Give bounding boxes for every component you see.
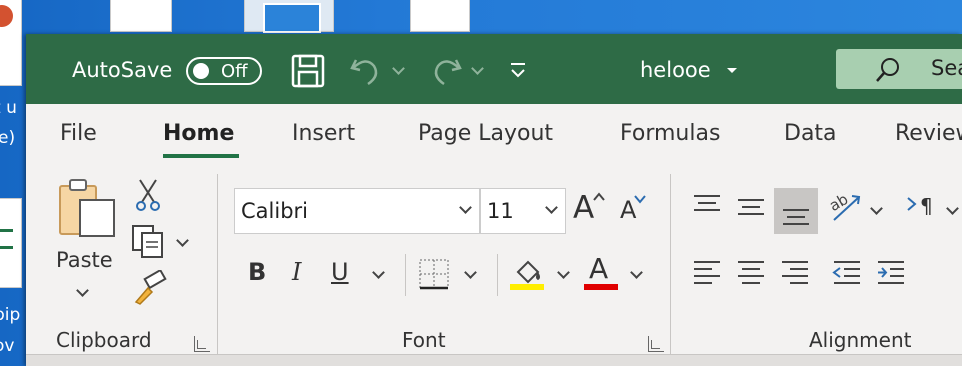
alignment-group-label: Alignment bbox=[809, 328, 912, 352]
desktop-file-icon[interactable] bbox=[410, 0, 470, 32]
desktop-folder-icon[interactable] bbox=[244, 0, 334, 33]
bottom-align-button[interactable] bbox=[774, 188, 818, 234]
customize-toolbar-icon[interactable] bbox=[509, 62, 527, 80]
bold-button[interactable]: B bbox=[248, 258, 266, 286]
font-color-chevron-icon[interactable] bbox=[630, 266, 643, 279]
excel-window: AutoSave Off helooe Se File Home Insert … bbox=[26, 34, 962, 366]
ribbon-bottom-border bbox=[26, 354, 962, 366]
text-direction-icon[interactable] bbox=[906, 196, 918, 212]
autosave-toggle[interactable]: Off bbox=[186, 57, 262, 85]
tab-review[interactable]: Review bbox=[895, 121, 962, 146]
toggle-knob bbox=[193, 63, 209, 79]
align-left-icon[interactable] bbox=[692, 258, 722, 288]
copy-icon[interactable] bbox=[131, 224, 165, 258]
align-center-icon[interactable] bbox=[736, 258, 766, 288]
font-color-swatch bbox=[584, 284, 618, 290]
paragraph-direction-icon[interactable]: ¶ bbox=[920, 194, 933, 218]
cut-icon[interactable] bbox=[134, 178, 162, 212]
middle-align-icon[interactable] bbox=[736, 192, 766, 220]
underline-button[interactable]: U bbox=[331, 258, 349, 286]
underline-chevron-icon[interactable] bbox=[372, 266, 385, 279]
title-bar: AutoSave Off helooe Se bbox=[26, 34, 962, 104]
tab-formulas[interactable]: Formulas bbox=[620, 121, 720, 146]
font-size-chevron-icon[interactable] bbox=[545, 201, 558, 214]
text-direction-chevron-icon[interactable] bbox=[946, 202, 959, 215]
undo-icon[interactable] bbox=[348, 54, 386, 88]
desktop-ppt-icon[interactable] bbox=[0, 0, 22, 86]
paste-label[interactable]: Paste bbox=[56, 248, 113, 272]
save-icon[interactable] bbox=[291, 54, 325, 88]
format-painter-icon[interactable] bbox=[132, 270, 168, 306]
font-size-box[interactable]: 11 bbox=[480, 188, 566, 234]
paste-icon[interactable] bbox=[56, 178, 120, 238]
search-box[interactable]: Sea bbox=[836, 49, 962, 89]
active-tab-underline bbox=[163, 154, 239, 158]
font-dialog-launcher-icon[interactable] bbox=[648, 336, 664, 352]
group-separator bbox=[670, 174, 671, 354]
desktop-file-icon[interactable] bbox=[110, 0, 172, 32]
desktop-label: e) bbox=[0, 128, 16, 148]
autosave-state: Off bbox=[221, 61, 248, 82]
ribbon: Paste Clipboard Calibri 11 A A B I U A F… bbox=[26, 166, 962, 366]
increase-font-size-icon[interactable]: A bbox=[573, 190, 594, 226]
desktop-label: ov bbox=[0, 336, 15, 356]
desktop-excel-icon[interactable] bbox=[0, 198, 22, 288]
desktop-label: t u bbox=[0, 98, 17, 118]
tab-page-layout[interactable]: Page Layout bbox=[418, 121, 553, 146]
shrink-caret-icon bbox=[634, 195, 646, 204]
orientation-chevron-icon[interactable] bbox=[870, 202, 883, 215]
search-placeholder: Sea bbox=[931, 56, 962, 80]
undo-dropdown-chevron-icon[interactable] bbox=[392, 62, 405, 75]
font-name-box[interactable]: Calibri bbox=[234, 188, 480, 234]
font-group-label: Font bbox=[402, 328, 446, 352]
font-separator bbox=[405, 254, 406, 296]
tab-insert[interactable]: Insert bbox=[292, 121, 355, 146]
font-name-value: Calibri bbox=[241, 199, 308, 223]
font-color-icon[interactable]: A bbox=[589, 252, 608, 285]
borders-chevron-icon[interactable] bbox=[464, 266, 477, 279]
paste-dropdown-chevron-icon[interactable] bbox=[76, 284, 89, 297]
tab-data[interactable]: Data bbox=[784, 121, 837, 146]
svg-text:ab: ab bbox=[828, 190, 851, 215]
group-separator bbox=[217, 174, 218, 354]
font-separator bbox=[497, 254, 498, 296]
redo-icon[interactable] bbox=[426, 54, 464, 88]
bottom-align-icon bbox=[783, 209, 809, 225]
font-name-chevron-icon[interactable] bbox=[459, 201, 472, 214]
decrease-indent-icon[interactable] bbox=[830, 258, 862, 288]
grow-caret-icon bbox=[593, 192, 605, 201]
font-size-value: 11 bbox=[487, 199, 514, 223]
align-right-icon[interactable] bbox=[780, 258, 810, 288]
top-align-icon[interactable] bbox=[692, 192, 722, 220]
clipboard-group-label: Clipboard bbox=[56, 328, 152, 352]
increase-indent-icon[interactable] bbox=[876, 258, 908, 288]
orientation-icon[interactable]: ab bbox=[828, 190, 864, 224]
fill-color-chevron-icon[interactable] bbox=[557, 266, 570, 279]
italic-button[interactable]: I bbox=[292, 258, 301, 286]
file-name-dropdown-icon[interactable] bbox=[726, 67, 738, 75]
autosave-label: AutoSave bbox=[72, 58, 173, 82]
copy-dropdown-chevron-icon[interactable] bbox=[176, 234, 189, 247]
file-name[interactable]: helooe bbox=[640, 58, 711, 82]
fill-color-icon[interactable] bbox=[510, 256, 546, 292]
tab-home[interactable]: Home bbox=[163, 121, 234, 146]
search-icon bbox=[876, 58, 899, 82]
redo-dropdown-chevron-icon[interactable] bbox=[471, 62, 484, 75]
tab-file[interactable]: File bbox=[60, 121, 97, 146]
clipboard-dialog-launcher-icon[interactable] bbox=[194, 336, 210, 352]
desktop-label: pip bbox=[0, 305, 21, 325]
borders-icon[interactable] bbox=[418, 258, 450, 290]
